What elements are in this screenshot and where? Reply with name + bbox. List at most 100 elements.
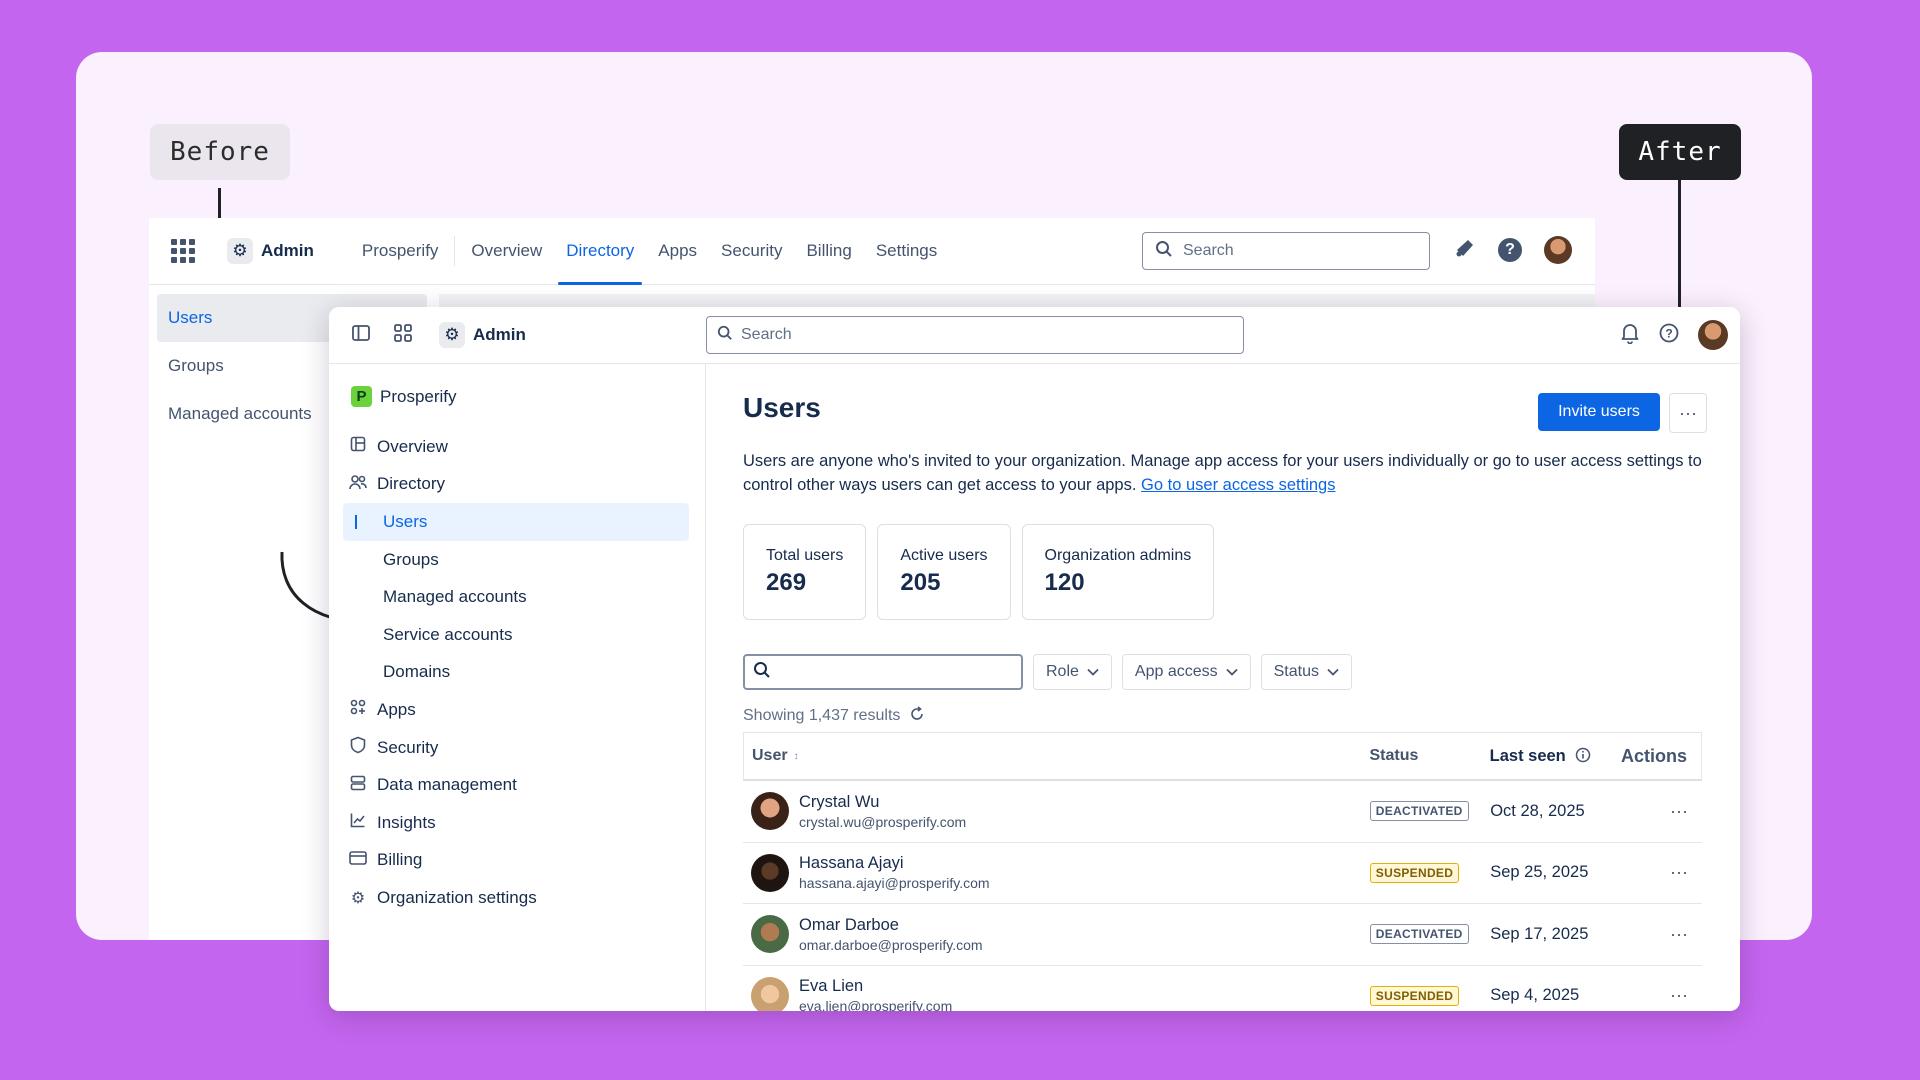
last-seen-cell: Sep 25, 2025	[1490, 863, 1589, 882]
sidebar-item-billing[interactable]: Billing	[343, 842, 689, 880]
status-badge: SUSPENDED	[1369, 862, 1460, 883]
search-icon	[717, 325, 733, 346]
sidebar-item-groups[interactable]: Groups	[343, 541, 689, 579]
sidebar-toggle-icon[interactable]	[351, 323, 371, 348]
tab-overview[interactable]: Overview	[459, 218, 554, 284]
more-actions-button[interactable]: ···	[1669, 393, 1707, 433]
sidebar-item-label: Directory	[377, 474, 446, 494]
before-user-avatar[interactable]	[1544, 236, 1572, 264]
sidebar-item-apps[interactable]: Apps	[343, 691, 689, 729]
stat-value: 205	[900, 569, 941, 596]
before-label: Before	[150, 124, 290, 180]
app-switcher-icon[interactable]	[393, 323, 413, 348]
sidebar-item-managed-accounts[interactable]: Managed accounts	[343, 578, 689, 616]
row-actions-button[interactable]: ···	[1621, 862, 1702, 883]
org-switcher[interactable]: P Prosperify	[351, 386, 457, 407]
after-admin-home[interactable]: ⚙ Admin	[439, 322, 526, 348]
results-count: Showing 1,437 results	[743, 706, 925, 725]
overview-icon	[347, 436, 369, 457]
app-switcher-icon[interactable]	[171, 239, 195, 263]
sidebar-item-label: Users	[383, 511, 428, 531]
org-name: Prosperify	[380, 386, 457, 406]
stat-label: Total users	[766, 547, 844, 564]
help-icon[interactable]: ?	[1498, 238, 1522, 262]
sidebar-item-label: Insights	[377, 812, 436, 832]
user-cell: Crystal Wu crystal.wu@prosperify.com	[743, 792, 1370, 831]
before-content-area	[439, 294, 1595, 308]
sidebar-item-label: Security	[377, 737, 439, 757]
filter-label: App access	[1134, 663, 1218, 680]
sidebar-item-label: Apps	[377, 699, 416, 719]
after-search-input[interactable]: Search	[706, 316, 1244, 354]
after-sidebar: P Prosperify Overview Directory Users Gr…	[329, 364, 706, 1011]
filter-bar: Role App access Status	[743, 654, 1352, 690]
user-name[interactable]: Crystal Wu	[799, 793, 966, 812]
status-filter-dropdown[interactable]: Status	[1260, 654, 1352, 690]
sidebar-item-directory[interactable]: Directory	[343, 466, 689, 504]
tab-security[interactable]: Security	[709, 218, 794, 284]
svg-text:?: ?	[1665, 326, 1672, 340]
stat-active-users: Active users 205	[877, 524, 1011, 620]
sidebar-item-security[interactable]: Security	[343, 729, 689, 767]
column-label: Last seen	[1489, 746, 1566, 765]
before-nav-tabs: Prosperify Overview Directory Apps Secur…	[350, 218, 949, 285]
row-actions-button[interactable]: ···	[1621, 801, 1702, 822]
tab-prosperify[interactable]: Prosperify	[350, 218, 451, 284]
credit-card-icon	[347, 851, 369, 870]
tab-apps[interactable]: Apps	[646, 218, 709, 284]
after-header-actions: ?	[1620, 320, 1728, 350]
user-avatar	[751, 976, 789, 1011]
invite-users-button[interactable]: Invite users	[1538, 393, 1660, 431]
before-admin-home[interactable]: ⚙ Admin	[227, 238, 314, 264]
user-name[interactable]: Eva Lien	[799, 977, 952, 996]
notifications-megaphone-icon[interactable]	[1454, 237, 1476, 264]
after-pointer-line	[1678, 180, 1681, 317]
filter-label: Status	[1273, 663, 1319, 680]
people-icon	[347, 474, 369, 495]
sidebar-item-label: Managed accounts	[383, 587, 527, 607]
info-icon[interactable]	[1570, 747, 1591, 765]
refresh-icon[interactable]	[905, 706, 925, 724]
sidebar-item-organization-settings[interactable]: ⚙ Organization settings	[343, 879, 689, 917]
sort-icon: ↕	[793, 750, 799, 762]
app-access-filter-dropdown[interactable]: App access	[1121, 654, 1251, 690]
status-cell: SUSPENDED	[1369, 985, 1490, 1006]
user-name[interactable]: Omar Darboe	[799, 916, 983, 935]
sidebar-item-service-accounts[interactable]: Service accounts	[343, 616, 689, 654]
row-actions-button[interactable]: ···	[1621, 924, 1702, 945]
gear-icon: ⚙	[350, 889, 366, 907]
before-search-input[interactable]: Search	[1142, 232, 1430, 270]
apps-icon	[347, 699, 369, 720]
search-icon	[1155, 240, 1173, 263]
user-search-input[interactable]	[743, 654, 1023, 690]
column-label: User	[752, 747, 788, 764]
user-email: eva.lien@prosperify.com	[799, 998, 953, 1011]
user-access-settings-link[interactable]: Go to user access settings	[1141, 476, 1335, 494]
tab-settings[interactable]: Settings	[864, 218, 949, 284]
sidebar-item-users[interactable]: Users	[343, 503, 689, 541]
users-table: User ↕ Status Last seen Actions Crystal …	[743, 732, 1702, 1011]
user-name[interactable]: Hassana Ajayi	[799, 854, 990, 873]
prosperify-logo-icon: P	[351, 386, 372, 407]
sidebar-item-domains[interactable]: Domains	[343, 654, 689, 692]
bell-icon[interactable]	[1620, 322, 1640, 349]
stat-organization-admins: Organization admins 120	[1021, 524, 1215, 620]
after-admin-label: Admin	[473, 325, 526, 344]
after-user-avatar[interactable]	[1698, 320, 1728, 350]
row-actions-button[interactable]: ···	[1621, 985, 1702, 1006]
sidebar-item-overview[interactable]: Overview	[343, 428, 689, 466]
sidebar-item-insights[interactable]: Insights	[343, 804, 689, 842]
tab-directory[interactable]: Directory	[554, 218, 646, 285]
user-cell: Eva Lien eva.lien@prosperify.com	[743, 976, 1370, 1011]
user-avatar	[751, 792, 789, 831]
after-search-placeholder: Search	[741, 326, 792, 343]
column-header-user[interactable]: User ↕	[744, 747, 1369, 765]
status-cell: SUSPENDED	[1369, 862, 1490, 883]
last-seen-cell: Oct 28, 2025	[1490, 801, 1585, 820]
role-filter-dropdown[interactable]: Role	[1033, 654, 1112, 690]
help-icon[interactable]: ?	[1658, 322, 1680, 349]
user-email: crystal.wu@prosperify.com	[799, 813, 967, 830]
before-top-nav: ⚙ Admin Prosperify Overview Directory Ap…	[149, 218, 1595, 285]
sidebar-item-data-management[interactable]: Data management	[343, 766, 689, 804]
tab-billing[interactable]: Billing	[794, 218, 863, 284]
